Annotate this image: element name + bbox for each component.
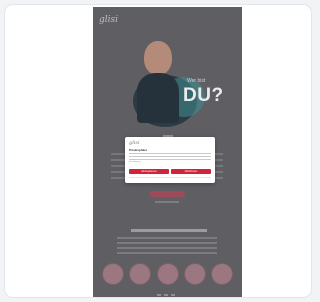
hero-big-heading: DU?: [183, 85, 224, 106]
cta-subtext: [155, 201, 179, 203]
hero-portrait: [137, 41, 179, 123]
pager-dot[interactable]: [164, 294, 168, 296]
site-logo: glisi: [99, 15, 119, 25]
text-line: [117, 237, 217, 239]
team-member-avatar[interactable]: [183, 263, 206, 285]
dialog-settings-link[interactable]: Einstellungen: [129, 161, 141, 163]
text-line: [117, 242, 217, 244]
dialog-button-row: Akzeptieren Ablehnen: [129, 169, 211, 174]
dialog-text-block: [129, 153, 211, 162]
cookie-consent-dialog: glisi Privatsphäre Einstellungen Akzepti…: [125, 137, 215, 183]
text-line: [129, 159, 211, 160]
reject-button[interactable]: Ablehnen: [171, 169, 211, 174]
team-member-avatar[interactable]: [129, 263, 152, 285]
team-member-avatar[interactable]: [102, 263, 124, 285]
text-line: [117, 252, 217, 254]
section-text-block: [117, 237, 217, 257]
accept-button[interactable]: Akzeptieren: [129, 169, 169, 174]
cta-button[interactable]: [149, 191, 185, 197]
dialog-footer-divider: [129, 177, 211, 178]
portrait-body: [137, 73, 179, 123]
pagination-dots: [157, 294, 175, 296]
dialog-logo: glisi: [129, 140, 140, 146]
website-screenshot: glisi Wer bist DU? glisi Privatsphäre Ei…: [93, 7, 242, 297]
hero-small-heading: Wer bist: [187, 78, 206, 84]
text-line: [129, 153, 211, 154]
portrait-head: [144, 41, 172, 75]
team-member-avatar[interactable]: [211, 263, 233, 285]
dialog-title: Privatsphäre: [129, 148, 148, 152]
section-title: [131, 229, 207, 232]
text-line: [129, 156, 211, 157]
preview-card: glisi Wer bist DU? glisi Privatsphäre Ei…: [4, 4, 312, 298]
text-line: [117, 247, 217, 249]
team-row: [102, 263, 233, 285]
pager-dot[interactable]: [157, 294, 161, 296]
pager-dot[interactable]: [171, 294, 175, 296]
team-member-avatar[interactable]: [156, 263, 179, 285]
